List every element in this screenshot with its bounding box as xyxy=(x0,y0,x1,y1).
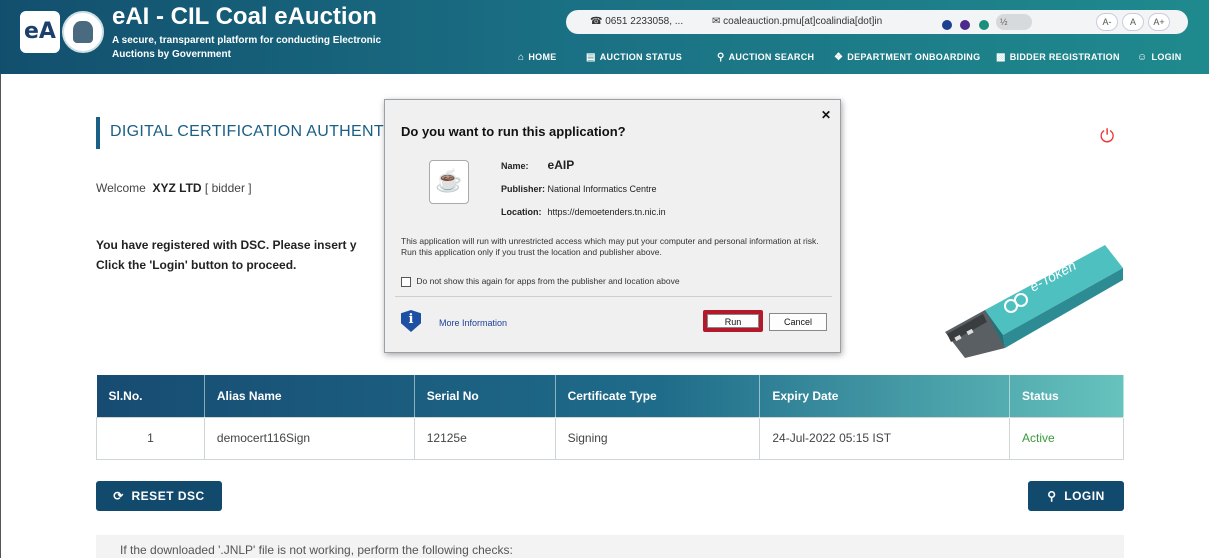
col-expiry-date: Expiry Date xyxy=(759,375,1011,417)
user-icon: ☺ xyxy=(1137,52,1148,63)
publisher-row: Publisher: National Informatics Centre xyxy=(501,184,657,194)
run-button[interactable]: Run xyxy=(703,310,763,332)
phone-icon: ☎ xyxy=(590,16,603,27)
cell-status: Active xyxy=(1009,416,1124,460)
contact-email[interactable]: ✉ coaleauction.pmu[at]coalindia[dot]in xyxy=(712,16,882,27)
nav-home[interactable]: ⌂ HOME xyxy=(518,52,557,63)
col-serial-no: Serial No xyxy=(414,375,556,417)
heading-accent xyxy=(96,117,100,149)
login-button[interactable]: ⚲ LOGIN xyxy=(1028,481,1124,511)
nav-department-onboarding[interactable]: ❖ DEPARTMENT ONBOARDING xyxy=(834,52,980,63)
theme-switcher xyxy=(942,17,993,35)
java-run-dialog: ✕ Do you want to run this application? ☕… xyxy=(384,99,841,353)
col-status: Status xyxy=(1009,375,1124,417)
contact-phone[interactable]: ☎ 0651 2233058, ... xyxy=(590,16,683,27)
nav-login[interactable]: ☺ LOGIN xyxy=(1137,52,1182,63)
user-role: [ bidder ] xyxy=(204,181,252,195)
contrast-toggle[interactable]: ½ xyxy=(996,14,1032,30)
cell-sl-no: 1 xyxy=(96,416,205,460)
main-nav: ⌂ HOME ▤ AUCTION STATUS ⚲ AUCTION SEARCH ❖ D… xyxy=(0,52,1209,68)
font-increase-button[interactable]: A+ xyxy=(1148,13,1170,31)
dialog-title: Do you want to run this application? xyxy=(401,124,626,139)
power-icon[interactable]: ⏻ xyxy=(1100,126,1114,147)
table-row[interactable]: 1 democert116Sign 12125e Signing 24-Jul-… xyxy=(96,416,1124,460)
more-information-link[interactable]: More Information xyxy=(439,318,507,328)
home-icon: ⌂ xyxy=(518,52,525,63)
cell-certificate-type: Signing xyxy=(554,416,761,460)
location-value: https://demoetenders.tn.nic.in xyxy=(547,207,666,217)
cell-alias-name: democert116Sign xyxy=(203,416,415,460)
mail-icon: ✉ xyxy=(712,16,721,27)
ea-logo[interactable]: eA xyxy=(20,11,60,53)
page-title: DIGITAL CERTIFICATION AUTHENT xyxy=(110,123,384,140)
theme-purple-dot[interactable] xyxy=(960,20,971,30)
do-not-show-checkbox[interactable]: Do not show this again for apps from the… xyxy=(401,276,680,287)
theme-green-dot[interactable] xyxy=(978,20,989,30)
col-alias-name: Alias Name xyxy=(204,375,415,417)
checkbox-box[interactable] xyxy=(401,276,411,287)
nav-auction-search[interactable]: ⚲ AUCTION SEARCH xyxy=(717,52,814,63)
list-icon: ▤ xyxy=(586,52,596,63)
search-icon: ⚲ xyxy=(717,52,725,63)
col-certificate-type: Certificate Type xyxy=(555,375,761,417)
dialog-divider xyxy=(395,296,832,297)
government-emblem-icon xyxy=(62,11,104,53)
leaf-icon: ❖ xyxy=(834,52,844,63)
usb-etoken-icon: e-Token xyxy=(945,245,1123,358)
site-title: eAI - CIL Coal eAuction xyxy=(112,3,377,30)
email-address: coaleauction.pmu[at]coalindia[dot]in xyxy=(723,16,883,27)
app-name-row: Name: eAIP xyxy=(501,158,575,172)
font-decrease-button[interactable]: A- xyxy=(1096,13,1118,31)
cancel-button[interactable]: Cancel xyxy=(769,313,827,331)
jnlp-help-note: If the downloaded '.JNLP' file is not wo… xyxy=(96,535,1124,558)
user-name: XYZ LTD xyxy=(152,181,202,195)
nav-auction-status[interactable]: ▤ AUCTION STATUS xyxy=(586,52,682,63)
publisher-value: National Informatics Centre xyxy=(547,184,657,194)
cell-serial-no: 12125e xyxy=(413,416,556,460)
nav-bidder-registration[interactable]: ▩ BIDDER REGISTRATION xyxy=(996,52,1120,63)
reset-dsc-button[interactable]: ⟳ RESET DSC xyxy=(96,481,222,511)
font-normal-button[interactable]: A xyxy=(1122,13,1144,31)
welcome-text: Welcome XYZ LTD [ bidder ] xyxy=(96,181,252,195)
close-icon[interactable]: ✕ xyxy=(821,108,831,122)
col-sl-no: Sl.No. xyxy=(96,375,205,417)
refresh-icon: ⟳ xyxy=(113,489,124,503)
page-border xyxy=(0,74,1,558)
security-warning: This application will run with unrestric… xyxy=(401,236,819,257)
app-name: eAIP xyxy=(547,158,575,172)
id-card-icon: ▩ xyxy=(996,52,1006,63)
site-header: eA eAI - CIL Coal eAuction A secure, tra… xyxy=(0,0,1209,74)
phone-number: 0651 2233058, ... xyxy=(605,16,684,27)
cell-expiry-date: 24-Jul-2022 05:15 IST xyxy=(759,416,1011,460)
theme-blue-dot[interactable] xyxy=(942,20,952,30)
java-icon: ☕ xyxy=(429,160,469,204)
certificate-table: Sl.No. Alias Name Serial No Certificate … xyxy=(96,375,1124,460)
key-user-icon: ⚲ xyxy=(1047,489,1057,503)
location-row: Location: https://demoetenders.tn.nic.in xyxy=(501,207,666,217)
table-header-row: Sl.No. Alias Name Serial No Certificate … xyxy=(96,375,1124,417)
info-shield-icon: i xyxy=(401,310,421,332)
dsc-instruction: You have registered with DSC. Please ins… xyxy=(96,238,357,272)
